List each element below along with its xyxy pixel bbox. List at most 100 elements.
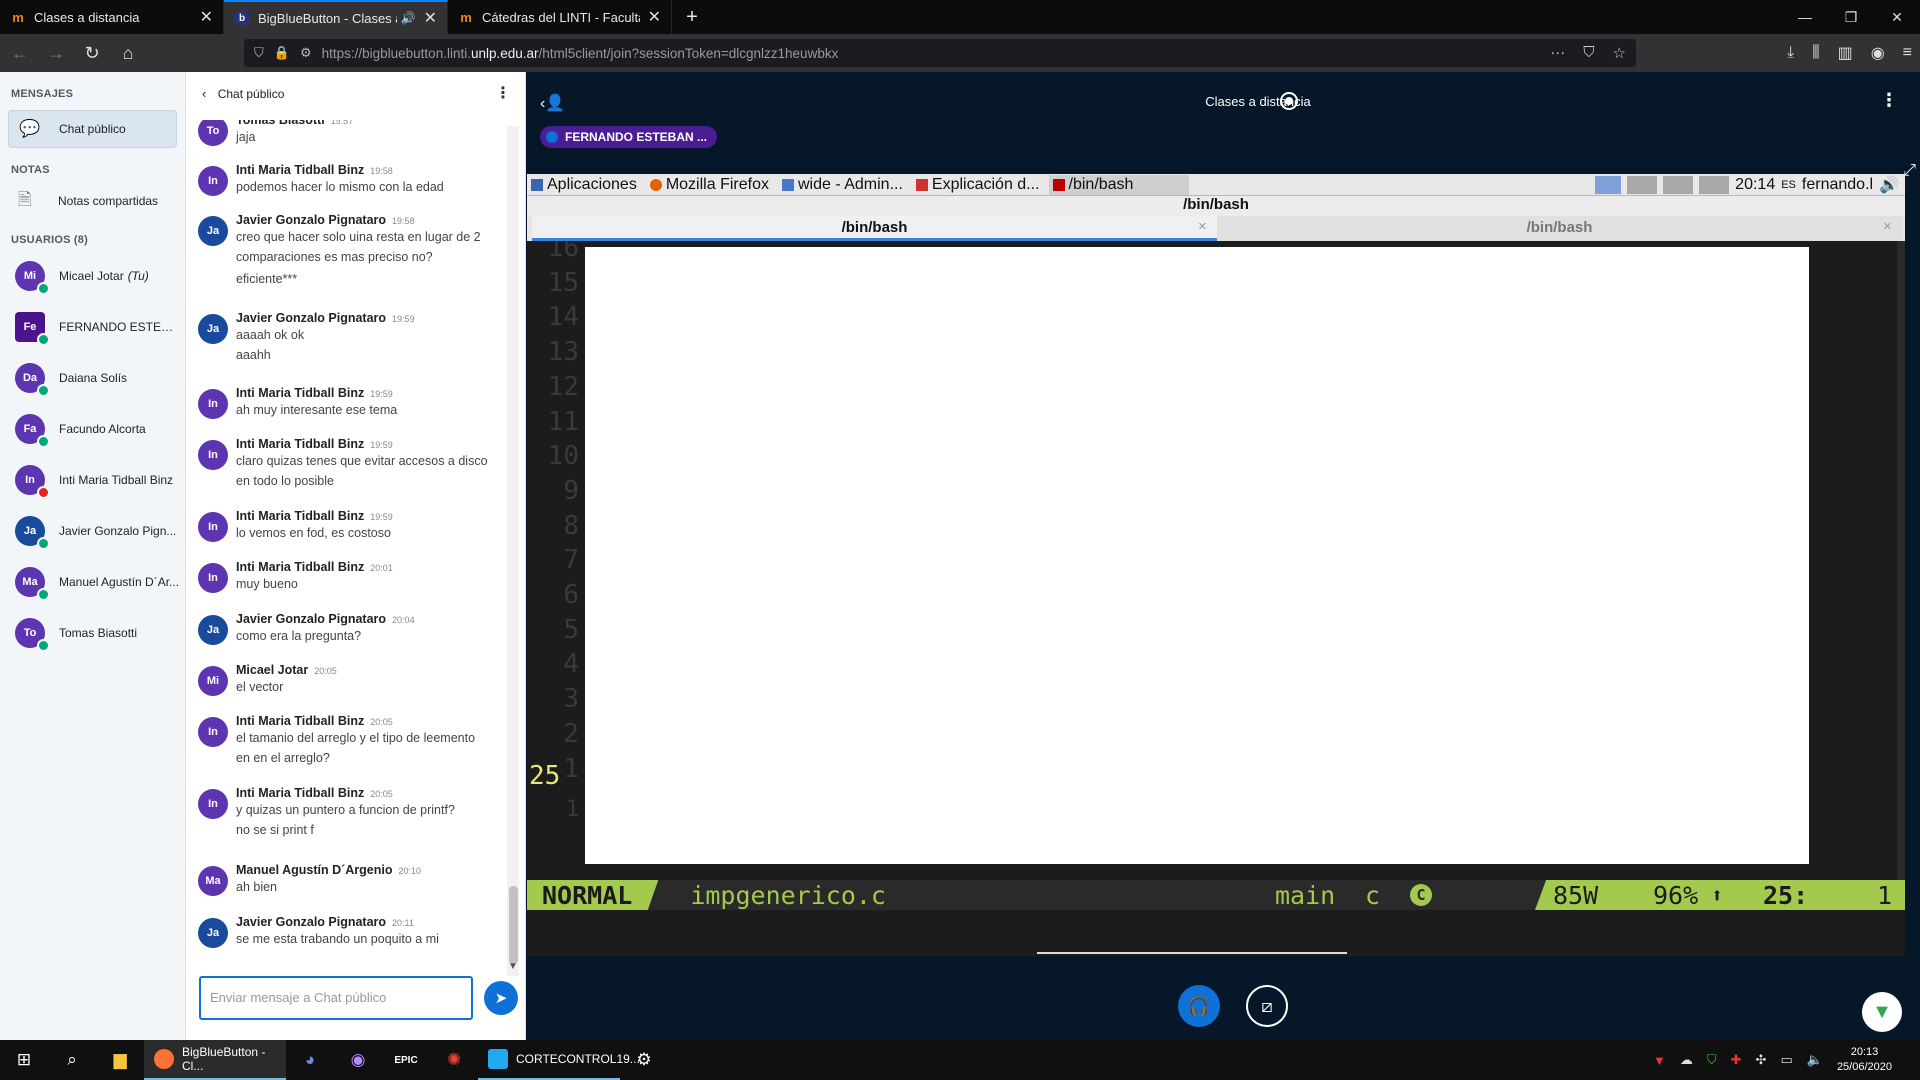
sidebar-toggle-icon[interactable]: ▥ — [1838, 43, 1853, 63]
tab-catedras-linti[interactable]: m Cátedras del LINTI - Facultad d ✕ — [448, 0, 672, 34]
panel-item-firefox: Mozilla Firefox — [646, 175, 775, 195]
panel-item-wide: wide - Admin... — [778, 175, 909, 195]
message-text: el vector — [236, 680, 284, 694]
close-tab-icon[interactable]: ✕ — [424, 8, 437, 28]
library-icon[interactable]: ⫼ — [1812, 44, 1819, 62]
user-name: Micael Jotar — [59, 268, 124, 283]
user-list-item[interactable]: In Inti Maria Tidball Binz — [0, 454, 185, 505]
close-window-icon[interactable]: ✕ — [1874, 0, 1920, 34]
line-number: 5 — [563, 614, 579, 645]
downloads-icon[interactable]: ⤓ — [1787, 44, 1794, 62]
user-list-item[interactable]: To Tomas Biasotti — [0, 607, 185, 658]
vim-mode: NORMAL — [527, 880, 659, 910]
tab-bigbluebutton[interactable]: b BigBlueButton - Clases a dis 🔊 ✕ — [224, 0, 448, 34]
tray-shield-icon[interactable]: ⛉ — [1707, 1052, 1717, 1068]
shared-notes-link[interactable]: 🗎 Notas compartidas — [8, 182, 177, 220]
presentation-area: ‹👤 Clases a distancia ⋮ FERNANDO ESTEBAN… — [526, 72, 1920, 1040]
user-list-item[interactable]: Da Daiana Solís — [0, 352, 185, 403]
tray-app-icon[interactable]: ✚ — [1731, 1052, 1742, 1068]
reload-icon[interactable]: ↻ — [76, 37, 108, 69]
speaker-icon[interactable]: 🔊 — [401, 11, 416, 25]
avatar: In — [198, 440, 228, 470]
page-actions-icon[interactable]: ··· — [1550, 44, 1565, 62]
tray-app-icon[interactable]: ☁ — [1680, 1052, 1693, 1068]
message-text: eficiente*** — [236, 272, 298, 286]
taskbar-firefox[interactable]: BigBlueButton - Cl... — [144, 1040, 286, 1080]
chat-header[interactable]: ‹ Chat público — [202, 86, 284, 101]
hamburger-menu-icon[interactable]: ≡ — [1903, 44, 1912, 62]
options-menu-icon[interactable]: ⋮ — [1880, 90, 1898, 111]
message-time: 19:59 — [370, 512, 393, 522]
file-explorer-icon[interactable]: ▆ — [96, 1040, 144, 1080]
panel-volume-icon: 🔊 — [1879, 177, 1899, 194]
message-time: 20:10 — [398, 866, 422, 876]
headphones-icon: 🎧 — [1187, 995, 1211, 1016]
restore-icon[interactable]: ❐ — [1828, 0, 1874, 34]
tray-app-icon[interactable]: ✣ — [1756, 1052, 1767, 1068]
scroll-down-icon[interactable]: ▼ — [508, 961, 518, 972]
search-icon[interactable]: ⌕ — [48, 1040, 96, 1080]
user-list-item[interactable]: Fa Facundo Alcorta — [0, 403, 185, 454]
system-clock[interactable]: 20:13 25/06/2020 — [1837, 1045, 1892, 1075]
chevron-left-icon[interactable]: ‹ — [202, 86, 206, 101]
message-text: muy bueno — [236, 577, 298, 591]
audio-headphones-button[interactable]: 🎧 — [1178, 985, 1220, 1027]
document-icon — [915, 178, 928, 191]
chat-scrollbar[interactable] — [507, 126, 519, 976]
app-gear-icon[interactable]: ⚙ — [620, 1040, 668, 1080]
avatar: In — [198, 717, 228, 747]
fullscreen-icon[interactable]: ⤢ — [1903, 162, 1916, 180]
avatar: In — [15, 464, 50, 499]
shield-icon[interactable]: ⛉ — [254, 45, 264, 61]
pocket-icon[interactable]: ⛉ — [1583, 44, 1594, 62]
webcam-toggle-button[interactable]: ⧄ — [1246, 985, 1288, 1027]
public-chat-link[interactable]: 💬 Chat público — [8, 110, 177, 148]
home-icon[interactable]: ⌂ — [112, 37, 144, 69]
discord-icon[interactable]: ◕ — [286, 1040, 334, 1080]
user-list-item[interactable]: Ma Manuel Agustín D´Ar... — [0, 556, 185, 607]
forward-icon[interactable]: → — [40, 37, 72, 69]
lock-icon[interactable]: 🔒 — [274, 45, 290, 61]
toggle-userlist-icon[interactable]: ‹👤 — [540, 93, 565, 113]
vim-branch: main — [1275, 880, 1336, 910]
minimize-icon[interactable]: — — [1782, 0, 1828, 34]
users-heading: USUARIOS (8) — [11, 234, 88, 246]
line-number: 2 — [563, 718, 579, 749]
bookmark-star-icon[interactable]: ☆ — [1613, 44, 1626, 62]
app-circle-icon[interactable]: ◉ — [334, 1040, 382, 1080]
chat-options-icon[interactable]: ⋮ — [495, 83, 511, 103]
account-icon[interactable]: ◉ — [1871, 43, 1885, 63]
network-icon[interactable]: ▭ — [1780, 1052, 1792, 1068]
volume-icon[interactable]: 🔈 — [1807, 1052, 1823, 1068]
line-number: 13 — [547, 337, 579, 368]
tray-app-icon[interactable]: ▼ — [1653, 1053, 1666, 1068]
close-tab-icon[interactable]: ✕ — [648, 7, 661, 27]
microphone-icon — [546, 131, 558, 143]
epic-games-icon[interactable]: EPIC — [382, 1040, 430, 1080]
close-tab-icon[interactable]: ✕ — [200, 7, 213, 27]
recording-indicator-icon[interactable] — [1280, 92, 1298, 110]
windows-start-icon[interactable]: ⊞ — [0, 1040, 48, 1080]
back-icon[interactable]: ← — [4, 37, 36, 69]
message-time: 20:05 — [370, 789, 393, 799]
user-list-item[interactable]: Ja Javier Gonzalo Pign... — [0, 505, 185, 556]
chat-message-input[interactable]: Enviar mensaje a Chat público — [199, 976, 473, 1020]
taskbar-vscode[interactable]: CORTECONTROL19... — [478, 1040, 640, 1080]
line-number: 16 — [547, 241, 579, 263]
tab-clases-a-distancia[interactable]: m Clases a distancia ✕ — [0, 0, 224, 34]
browser-extension-icon[interactable]: ▼ — [1862, 992, 1902, 1032]
app-swirl-icon[interactable]: ✺ — [430, 1040, 478, 1080]
chat-title: Chat público — [217, 87, 285, 101]
screenshare-video[interactable]: Aplicaciones Mozilla Firefox wide - Admi… — [527, 174, 1905, 956]
new-tab-button[interactable]: + — [672, 0, 712, 34]
message-text: no se si print f — [236, 823, 314, 837]
address-bar[interactable]: ⛉ 🔒 ⚙ https://bigbluebutton.linti.unlp.e… — [244, 39, 1636, 67]
user-list-item[interactable]: Fe FERNANDO ESTEBA... — [0, 301, 185, 352]
notes-heading: NOTAS — [11, 164, 50, 176]
send-message-button[interactable]: ➤ — [484, 981, 518, 1015]
message-text: aaaah ok ok — [236, 328, 305, 342]
scrollbar-thumb[interactable] — [509, 886, 518, 964]
permissions-icon[interactable]: ⚙ — [300, 45, 312, 61]
user-list-item[interactable]: Mi Micael Jotar (Tu) — [0, 250, 185, 301]
user-name: Inti Maria Tidball Binz — [59, 472, 174, 487]
